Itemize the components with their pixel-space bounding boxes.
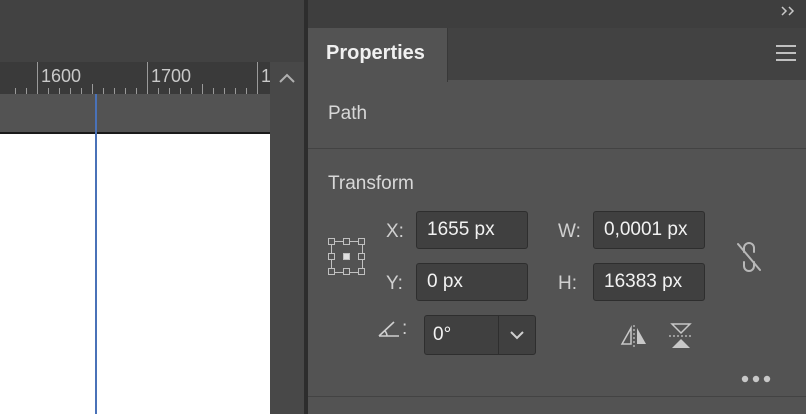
ruler-label: 1700 xyxy=(151,66,192,86)
properties-panel: Properties Path Transform X: 1655 px W: … xyxy=(308,0,806,414)
canvas-top-strip xyxy=(0,0,304,62)
x-field[interactable]: 1655 px xyxy=(416,211,528,249)
panel-menu-icon[interactable] xyxy=(776,45,796,61)
ruler-tick xyxy=(92,84,93,94)
chevron-down-icon[interactable] xyxy=(498,316,535,354)
section-transform-title: Transform xyxy=(328,173,414,194)
y-label: Y: xyxy=(386,273,403,294)
section-path-title: Path xyxy=(328,103,368,124)
rotate-angle-value[interactable]: 0° xyxy=(433,316,451,354)
h-label: H: xyxy=(558,273,577,294)
flip-horizontal-icon[interactable] xyxy=(620,324,648,353)
x-label: X: xyxy=(386,221,404,242)
ruler-label: 1 xyxy=(261,66,270,86)
panel-dock-header xyxy=(308,0,806,28)
rotate-angle-field[interactable]: 0° xyxy=(424,315,536,355)
ruler-tick xyxy=(257,62,258,94)
section-divider xyxy=(308,148,806,149)
ruler-tick xyxy=(202,84,203,94)
panel-tabbar: Properties xyxy=(308,28,806,82)
h-field[interactable]: 16383 px xyxy=(593,263,705,301)
artboard[interactable] xyxy=(0,132,270,414)
rotate-angle-icon xyxy=(378,318,400,340)
flip-vertical-icon[interactable] xyxy=(668,322,694,355)
section-divider xyxy=(308,396,806,397)
tab-properties-label: Properties xyxy=(326,42,425,64)
vertical-scrollbar[interactable] xyxy=(270,62,304,414)
w-label: W: xyxy=(558,221,581,242)
reference-point-icon[interactable] xyxy=(328,238,366,276)
collapse-panels-icon[interactable] xyxy=(780,4,796,20)
ruler-tick xyxy=(147,62,148,94)
document-canvas-area: 1600 1700 1 xyxy=(0,0,304,414)
tab-properties[interactable]: Properties xyxy=(308,28,448,82)
vertical-guide-line[interactable] xyxy=(95,94,97,414)
ruler-label: 1600 xyxy=(41,66,82,86)
scroll-up-arrow-icon[interactable] xyxy=(270,62,304,94)
ruler-tick xyxy=(37,62,38,94)
constrain-proportions-icon[interactable] xyxy=(734,240,764,279)
pasteboard xyxy=(0,94,270,132)
horizontal-ruler[interactable]: 1600 1700 1 xyxy=(0,62,270,94)
more-options-icon[interactable] xyxy=(740,372,772,390)
angle-label: : xyxy=(402,318,408,339)
y-field[interactable]: 0 px xyxy=(416,263,528,301)
w-field[interactable]: 0,0001 px xyxy=(593,211,705,249)
